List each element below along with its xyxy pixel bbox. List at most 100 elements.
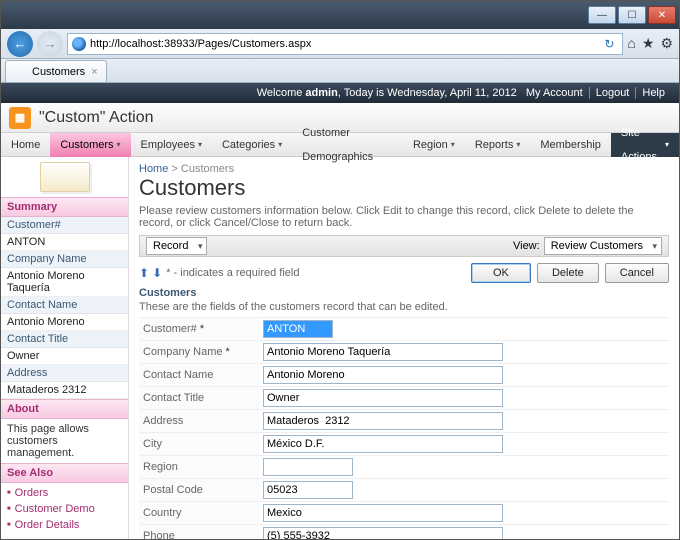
prev-record-icon[interactable]: ⬆ — [139, 266, 149, 280]
titlebar: — ☐ ✕ — [1, 1, 679, 29]
chevron-down-icon: ▾ — [451, 133, 455, 157]
page-title: Customers — [139, 175, 669, 201]
summary-label-customerid: Customer# — [1, 217, 128, 234]
record-toolbar: Record View: Review Customers — [139, 235, 669, 257]
forward-button[interactable]: → — [37, 31, 63, 57]
back-button[interactable]: ← — [7, 31, 33, 57]
label-address: Address — [139, 410, 259, 433]
menu-membership[interactable]: Membership — [530, 133, 611, 157]
view-dropdown[interactable]: Review Customers — [544, 237, 662, 255]
tab-strip: Customers × — [1, 59, 679, 83]
input-customerid[interactable] — [263, 320, 333, 338]
summary-value-contact-name: Antonio Moreno — [1, 314, 128, 331]
required-hint: * - indicates a required field — [166, 267, 299, 279]
sidebar-illustration — [1, 157, 128, 197]
record-dropdown[interactable]: Record — [146, 237, 207, 255]
minimize-button[interactable]: — — [588, 6, 616, 24]
sidebar-heading-summary: Summary — [1, 197, 128, 217]
close-button[interactable]: ✕ — [648, 6, 676, 24]
input-city[interactable] — [263, 435, 503, 453]
label-company: Company Name — [139, 341, 259, 364]
home-icon[interactable]: ⌂ — [627, 35, 635, 52]
chevron-down-icon: ▾ — [198, 133, 202, 157]
menu-employees[interactable]: Employees▾ — [131, 133, 212, 157]
welcome-date: , Today is Wednesday, April 11, 2012 — [338, 87, 517, 99]
ok-button[interactable]: OK — [471, 263, 531, 283]
summary-value-company: Antonio Moreno Taquería — [1, 268, 128, 297]
menu-reports[interactable]: Reports▾ — [465, 133, 531, 157]
favorites-icon[interactable]: ★ — [642, 35, 655, 52]
maximize-button[interactable]: ☐ — [618, 6, 646, 24]
address-text: http://localhost:38933/Pages/Customers.a… — [90, 38, 311, 50]
sidebar-heading-seealso: See Also — [1, 463, 128, 483]
label-region: Region — [139, 456, 259, 479]
window-frame: — ☐ ✕ ← → http://localhost:38933/Pages/C… — [0, 0, 680, 540]
main-content: Home > Customers Customers Please review… — [129, 157, 679, 539]
address-bar[interactable]: http://localhost:38933/Pages/Customers.a… — [67, 33, 623, 55]
sidebar-heading-about: About — [1, 399, 128, 419]
app-title: "Custom" Action — [39, 109, 154, 127]
label-country: Country — [139, 502, 259, 525]
input-postal[interactable] — [263, 481, 353, 499]
link-my-account[interactable]: My Account — [520, 87, 589, 99]
tab-title: Customers — [32, 66, 85, 78]
summary-label-contact-title: Contact Title — [1, 331, 128, 348]
breadcrumb-current: Customers — [181, 163, 234, 175]
section-title: Customers — [139, 287, 669, 299]
label-contact-name: Contact Name — [139, 364, 259, 387]
input-address[interactable] — [263, 412, 503, 430]
input-region[interactable] — [263, 458, 353, 476]
tab-close-icon[interactable]: × — [91, 66, 97, 78]
input-phone[interactable] — [263, 527, 503, 539]
sidebar-link-orders[interactable]: Orders — [1, 485, 128, 501]
input-country[interactable] — [263, 504, 503, 522]
label-phone: Phone — [139, 525, 259, 540]
tools-icon[interactable]: ⚙ — [660, 35, 673, 52]
view-label: View: — [513, 240, 540, 252]
input-contact-title[interactable] — [263, 389, 503, 407]
browser-tab-customers[interactable]: Customers × — [5, 60, 107, 82]
summary-value-contact-title: Owner — [1, 348, 128, 365]
summary-label-address: Address — [1, 365, 128, 382]
label-city: City — [139, 433, 259, 456]
breadcrumb-home[interactable]: Home — [139, 163, 168, 175]
chevron-down-icon: ▾ — [516, 133, 520, 157]
page-instructions: Please review customers information belo… — [139, 205, 669, 229]
welcome-user: admin — [305, 87, 337, 99]
next-record-icon[interactable]: ⬇ — [152, 266, 162, 280]
menu-region[interactable]: Region▾ — [403, 133, 465, 157]
sidebar-link-customer-demo[interactable]: Customer Demo — [1, 501, 128, 517]
tab-favicon — [14, 66, 26, 78]
summary-value-address: Mataderos 2312 — [1, 382, 128, 399]
label-customerid: Customer# — [139, 318, 259, 341]
menu-site-actions[interactable]: Site Actions▾ — [611, 133, 679, 157]
delete-button[interactable]: Delete — [537, 263, 599, 283]
label-postal: Postal Code — [139, 479, 259, 502]
sidebar-link-order-details[interactable]: Order Details — [1, 517, 128, 533]
input-contact-name[interactable] — [263, 366, 503, 384]
welcome-prefix: Welcome — [257, 87, 306, 99]
required-line-top: ⬆ ⬇ * - indicates a required field OK De… — [139, 263, 669, 283]
link-logout[interactable]: Logout — [589, 87, 636, 99]
browser-tool-icons: ⌂ ★ ⚙ — [627, 35, 673, 52]
summary-label-company: Company Name — [1, 251, 128, 268]
summary-label-contact-name: Contact Name — [1, 297, 128, 314]
ie-icon — [72, 37, 86, 51]
app-logo: ▦ — [9, 107, 31, 129]
cancel-button[interactable]: Cancel — [605, 263, 669, 283]
summary-value-customerid: ANTON — [1, 234, 128, 251]
main-menu: Home Customers▾ Employees▾ Categories▾ C… — [1, 133, 679, 157]
input-company[interactable] — [263, 343, 503, 361]
menu-customer-demographics[interactable]: Customer Demographics — [292, 133, 403, 157]
section-subtitle: These are the fields of the customers re… — [139, 301, 669, 313]
chevron-down-icon: ▾ — [665, 133, 669, 157]
breadcrumb: Home > Customers — [139, 163, 669, 175]
link-help[interactable]: Help — [635, 87, 671, 99]
customer-form: Customer# Company Name Contact Name Cont… — [139, 317, 669, 539]
menu-categories[interactable]: Categories▾ — [212, 133, 292, 157]
menu-customers[interactable]: Customers▾ — [50, 133, 130, 157]
chevron-down-icon: ▾ — [278, 133, 282, 157]
menu-home[interactable]: Home — [1, 133, 50, 157]
refresh-icon[interactable]: ↻ — [600, 37, 618, 51]
browser-navbar: ← → http://localhost:38933/Pages/Custome… — [1, 29, 679, 59]
